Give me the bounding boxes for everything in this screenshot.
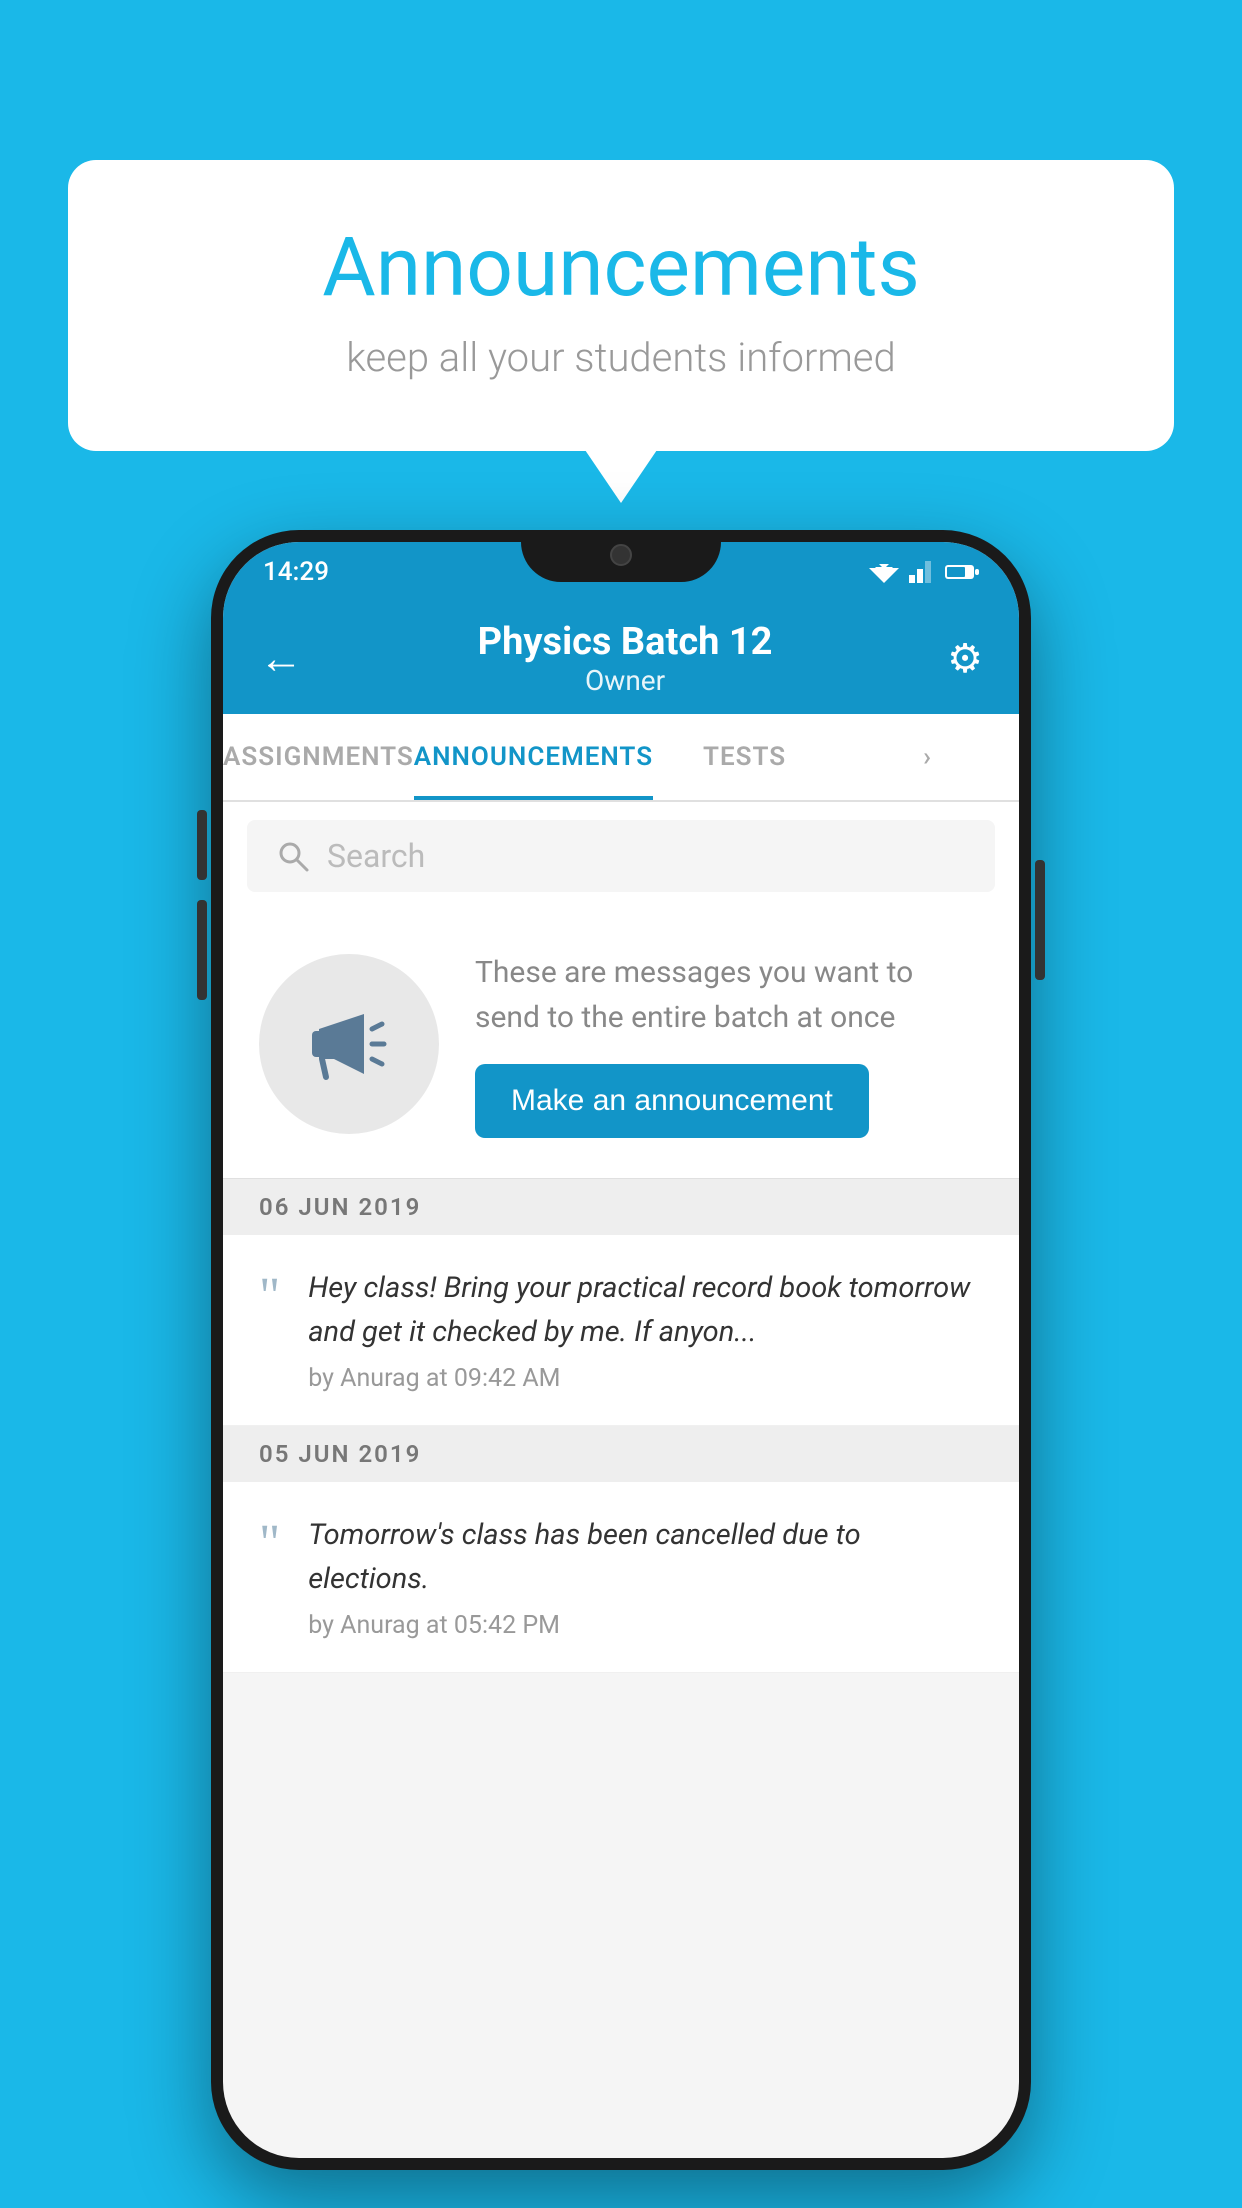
tab-assignments[interactable]: ASSIGNMENTS [223, 714, 414, 800]
phone-mockup: 14:29 [211, 530, 1031, 2170]
announcement-prompt: These are messages you want to send to t… [223, 910, 1019, 1179]
app-bar-subtitle: Owner [478, 664, 773, 697]
phone-screen: 14:29 [223, 542, 1019, 2158]
phone-body: 14:29 [211, 530, 1031, 2170]
announcement-text-1: Hey class! Bring your practical record b… [308, 1267, 983, 1354]
volume-down-button [197, 900, 207, 1000]
announcement-item-2[interactable]: " Tomorrow's class has been cancelled du… [223, 1482, 1019, 1673]
date-separator-1: 06 JUN 2019 [223, 1179, 1019, 1235]
tab-more[interactable]: › [836, 714, 1019, 800]
quote-icon-2: " [259, 1518, 280, 1570]
date-separator-2: 05 JUN 2019 [223, 1426, 1019, 1482]
volume-up-button [197, 810, 207, 880]
app-bar: ← Physics Batch 12 Owner ⚙ [223, 602, 1019, 714]
quote-icon-1: " [259, 1271, 280, 1323]
status-icons [869, 561, 979, 583]
search-icon [275, 838, 311, 874]
back-button[interactable]: ← [259, 632, 303, 684]
wifi-icon [869, 561, 899, 583]
speech-bubble-section: Announcements keep all your students inf… [68, 160, 1174, 451]
announcement-right: These are messages you want to send to t… [475, 950, 983, 1138]
settings-button[interactable]: ⚙ [947, 635, 983, 682]
announcement-content-1: Hey class! Bring your practical record b… [308, 1267, 983, 1393]
tabs-bar: ASSIGNMENTS ANNOUNCEMENTS TESTS › [223, 714, 1019, 802]
front-camera [610, 544, 632, 566]
phone-notch [521, 530, 721, 582]
megaphone-icon [304, 999, 394, 1089]
announcement-meta-2: by Anurag at 05:42 PM [308, 1611, 983, 1640]
announcement-item-1[interactable]: " Hey class! Bring your practical record… [223, 1235, 1019, 1426]
tab-announcements[interactable]: ANNOUNCEMENTS [414, 714, 653, 800]
app-bar-title: Physics Batch 12 [478, 620, 773, 664]
tab-tests[interactable]: TESTS [653, 714, 836, 800]
battery-icon [945, 563, 979, 581]
signal-icon [909, 561, 935, 583]
bubble-title: Announcements [148, 220, 1094, 316]
search-placeholder: Search [327, 837, 425, 875]
bubble-subtitle: keep all your students informed [148, 334, 1094, 381]
make-announcement-button[interactable]: Make an announcement [475, 1064, 869, 1138]
app-bar-title-container: Physics Batch 12 Owner [478, 620, 773, 697]
search-container: Search [223, 802, 1019, 910]
announcement-content-2: Tomorrow's class has been cancelled due … [308, 1514, 983, 1640]
announcement-text-2: Tomorrow's class has been cancelled due … [308, 1514, 983, 1601]
announcement-icon-container [259, 954, 439, 1134]
status-time: 14:29 [263, 557, 329, 587]
search-bar[interactable]: Search [247, 820, 995, 892]
announcement-description: These are messages you want to send to t… [475, 950, 983, 1040]
announcement-meta-1: by Anurag at 09:42 AM [308, 1364, 983, 1393]
speech-bubble: Announcements keep all your students inf… [68, 160, 1174, 451]
power-button [1035, 860, 1045, 980]
